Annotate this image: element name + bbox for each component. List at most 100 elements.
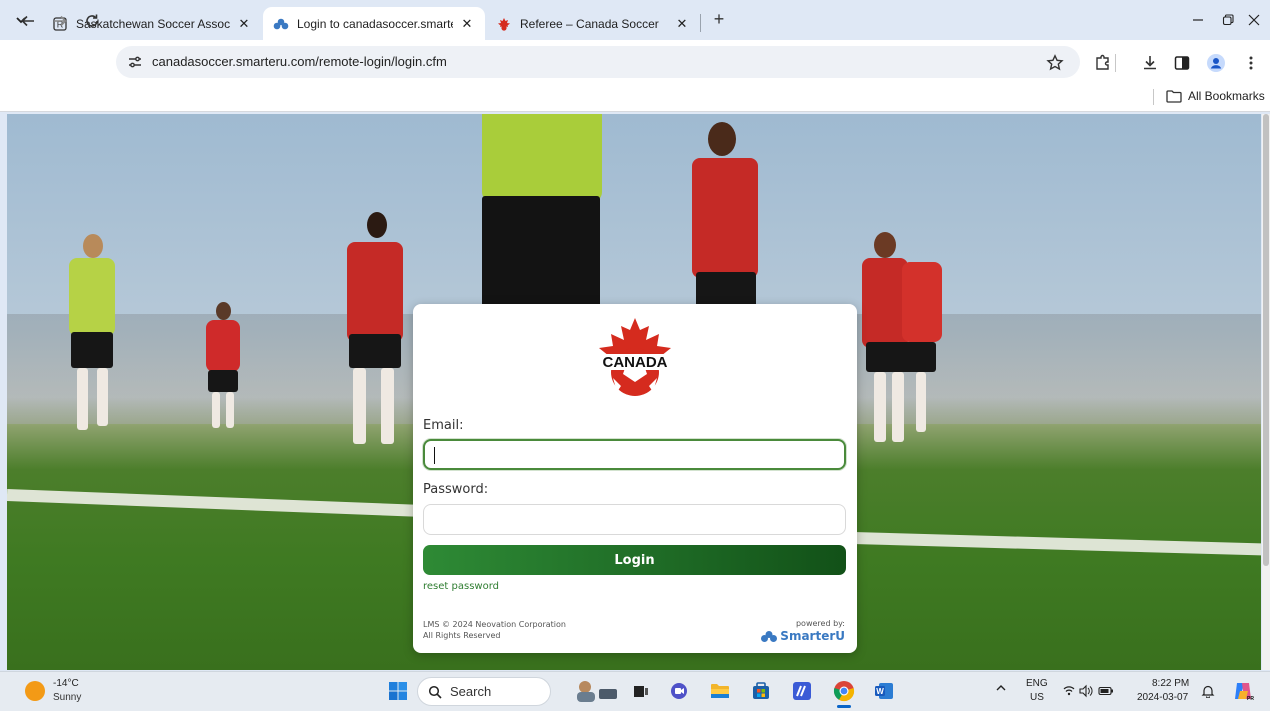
menu-kebab-icon[interactable]: [1240, 52, 1262, 74]
reload-button[interactable]: [81, 10, 103, 32]
start-button[interactable]: [384, 677, 412, 705]
windows-logo-icon: [389, 682, 407, 700]
url-text[interactable]: canadasoccer.smarteru.com/remote-login/l…: [152, 54, 447, 69]
reset-password-link[interactable]: reset password: [423, 581, 499, 592]
close-icon[interactable]: ✕: [459, 16, 475, 32]
login-button[interactable]: Login: [423, 545, 846, 575]
powered-by-block[interactable]: powered by: SmarterU: [760, 619, 845, 643]
store-icon: [753, 682, 769, 699]
text-caret: [434, 447, 435, 464]
side-panel-icon[interactable]: [1171, 52, 1193, 74]
copilot-icon[interactable]: PRE: [1232, 680, 1258, 705]
site-settings-icon[interactable]: [126, 53, 144, 71]
password-label: Password:: [423, 482, 489, 497]
player-figure-foreground: [452, 114, 627, 314]
tab-separator: [700, 14, 701, 32]
chat-icon: [671, 683, 687, 699]
word-icon: W: [875, 683, 893, 699]
player-figure: [57, 234, 127, 444]
sun-weather-icon[interactable]: [25, 681, 45, 701]
wifi-volume-battery-icon: [1063, 684, 1113, 698]
folder-icon: [1166, 89, 1182, 103]
restore-icon: [1222, 14, 1234, 26]
chrome-icon: [833, 681, 855, 702]
restore-button[interactable]: [1217, 9, 1239, 31]
canada-soccer-logo-icon: CANADA: [595, 318, 675, 396]
new-tab-button[interactable]: +: [709, 10, 729, 30]
tab-saskatchewan[interactable]: R Saskatchewan Soccer Associatio ✕: [42, 7, 262, 40]
canada-soccer-icon: [496, 16, 512, 32]
toolbar-separator: [1115, 54, 1116, 72]
smarteru-logo: SmarterU: [760, 629, 845, 643]
powered-by-label: powered by:: [795, 619, 845, 628]
arrow-left-icon: [21, 15, 34, 27]
email-label: Email:: [423, 418, 464, 433]
rights-line: All Rights Reserved: [423, 631, 501, 640]
copyright-line: LMS © 2024 Neovation Corporation: [423, 620, 566, 629]
taskbar-people-widget[interactable]: [570, 677, 622, 705]
task-view-icon: [634, 686, 648, 697]
smarteru-brand: SmarterU: [780, 629, 845, 643]
file-explorer-app[interactable]: [706, 677, 734, 705]
people-icon: [577, 681, 617, 702]
player-figure: [682, 122, 767, 312]
bookmarks-bar: [0, 82, 1270, 112]
minimize-icon: [1193, 19, 1203, 21]
bookmarks-separator: [1153, 89, 1154, 105]
chrome-app[interactable]: [830, 677, 858, 705]
extensions-icon[interactable]: [1092, 52, 1114, 74]
language-indicator-bottom[interactable]: US: [1030, 692, 1044, 703]
download-icon[interactable]: [1139, 52, 1161, 74]
folder-icon: [711, 684, 729, 698]
clock-time[interactable]: 8:22 PM: [1152, 678, 1189, 689]
close-icon[interactable]: ✕: [236, 16, 252, 32]
show-hidden-icons-button[interactable]: [995, 683, 1007, 696]
close-icon: [1248, 14, 1260, 26]
tab-referee-canada-soccer[interactable]: Referee – Canada Soccer ✕: [486, 7, 700, 40]
copyright-footer: LMS © 2024 Neovation Corporation All Rig…: [423, 619, 566, 641]
reload-icon: [86, 14, 98, 27]
chrome-active-indicator: [837, 705, 851, 708]
back-button[interactable]: [17, 10, 39, 32]
tab-login-smarteru[interactable]: Login to canadasoccer.smarteru. ✕: [263, 7, 485, 40]
player-figure: [335, 212, 415, 452]
task-view-button[interactable]: [627, 677, 655, 705]
chevron-up-icon: [996, 685, 1006, 691]
svg-text:PRE: PRE: [1247, 696, 1254, 702]
field-line: [7, 489, 447, 518]
profile-avatar-icon[interactable]: [1205, 52, 1227, 74]
all-bookmarks-button[interactable]: All Bookmarks: [1166, 89, 1265, 103]
password-field[interactable]: [423, 504, 846, 535]
minimize-button[interactable]: [1187, 9, 1209, 31]
all-bookmarks-label: All Bookmarks: [1188, 89, 1265, 103]
microsoft-store-app[interactable]: [747, 677, 775, 705]
canada-soccer-logo: CANADA: [591, 316, 679, 400]
login-card: CANADA Email: Password: Login reset pass…: [413, 304, 857, 653]
smarteru-icon: [761, 630, 778, 642]
page-scrollbar-thumb[interactable]: [1263, 114, 1269, 566]
weather-temperature[interactable]: -14°C: [53, 678, 79, 689]
close-window-button[interactable]: [1243, 9, 1265, 31]
kahoot-app[interactable]: [788, 677, 816, 705]
network-volume-battery[interactable]: [1062, 684, 1114, 701]
bookmark-star-icon[interactable]: [1044, 52, 1066, 74]
clock-date[interactable]: 2024-03-07: [1137, 692, 1188, 703]
field-line: [852, 532, 1261, 556]
search-icon: [428, 685, 442, 699]
tab-title: Login to canadasoccer.smarteru.: [297, 16, 453, 31]
arrow-right-icon: [54, 15, 67, 27]
language-indicator-top[interactable]: ENG: [1026, 678, 1048, 689]
page-viewport: CANADA Email: Password: Login reset pass…: [7, 114, 1261, 670]
player-figure: [852, 232, 947, 447]
email-field[interactable]: [423, 439, 846, 470]
search-placeholder: Search: [450, 684, 492, 699]
close-icon[interactable]: ✕: [674, 16, 690, 32]
weather-description[interactable]: Sunny: [53, 692, 81, 703]
tab-title: Referee – Canada Soccer: [520, 16, 659, 31]
taskbar-search[interactable]: Search: [417, 677, 551, 706]
teams-chat-app[interactable]: [665, 677, 693, 705]
forward-button[interactable]: [49, 10, 71, 32]
logo-text: CANADA: [603, 354, 668, 371]
notification-bell-icon[interactable]: [1201, 684, 1215, 701]
word-app[interactable]: W: [870, 677, 898, 705]
